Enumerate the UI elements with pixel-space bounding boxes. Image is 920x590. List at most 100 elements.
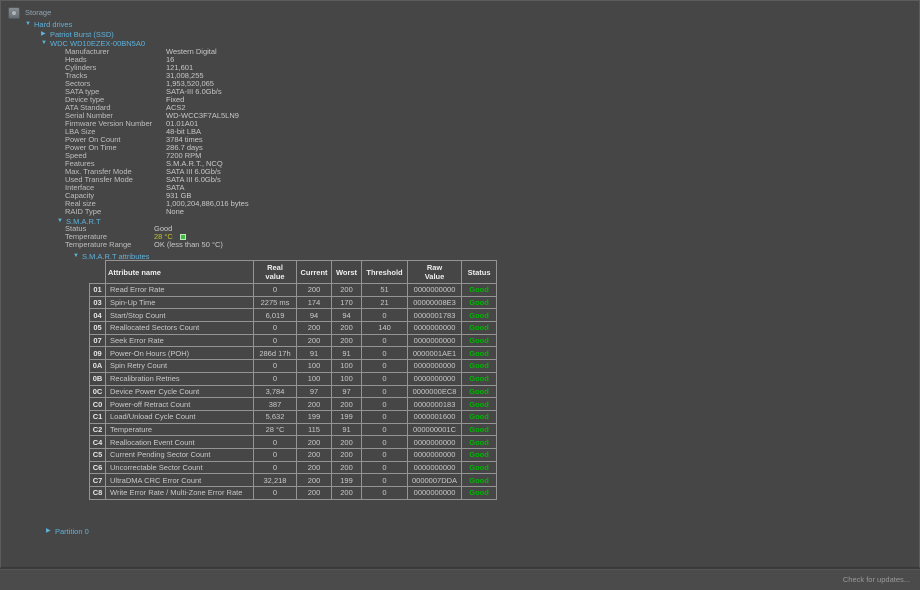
- worst-cell: 200: [331, 333, 362, 348]
- check-for-updates-link[interactable]: Check for updates...: [843, 575, 910, 584]
- real-value-cell: 6,019: [253, 308, 297, 323]
- raw-value-cell: 0000000183: [406, 397, 463, 411]
- status-cell: Good: [461, 486, 498, 500]
- worst-cell: 91: [331, 346, 362, 361]
- tree-item-partition-0[interactable]: ▶ Partition 0: [46, 527, 89, 536]
- tree-item-hard-drives[interactable]: ▼ Hard drives: [25, 20, 72, 29]
- attribute-id-cell: C5: [89, 447, 106, 462]
- tree-label-partition-0: Partition 0: [55, 527, 89, 536]
- worst-cell: 200: [331, 460, 362, 475]
- temperature-ok-led-icon: [179, 234, 186, 241]
- real-value-cell: 0: [253, 435, 297, 449]
- smart-attribute-row: C2 Temperature 28 °C 115 91 0 000000001C Good: [89, 422, 498, 437]
- raw-value-cell: 0000001783: [406, 308, 463, 323]
- threshold-cell: 0: [361, 371, 408, 386]
- current-cell: 115: [296, 422, 332, 437]
- worst-cell: 200: [331, 321, 362, 335]
- attribute-name-cell: Read Error Rate: [105, 283, 254, 297]
- smart-attribute-row: 0A Spin Retry Count 0 100 100 0 0000000000 Good: [89, 359, 498, 373]
- header-raw-value: Raw Value: [406, 260, 463, 284]
- header-status: Status: [461, 260, 498, 284]
- header-current: Current: [296, 260, 332, 284]
- attribute-name-cell: Spin Retry Count: [105, 359, 254, 373]
- real-value-cell: 5,632: [253, 409, 297, 424]
- smart-attribute-row: 05 Reallocated Sectors Count 0 200 200 140 000…: [89, 321, 498, 335]
- raw-value-cell: 0000000000: [406, 321, 463, 335]
- raw-value-cell: 0000000000: [406, 359, 463, 373]
- header-real-value: Real value: [253, 260, 297, 284]
- smart-attribute-row: C8 Write Error Rate / Multi-Zone Error Ra…: [89, 486, 498, 500]
- chevron-down-icon: ▼: [73, 253, 79, 259]
- real-value-cell: 387: [253, 397, 297, 411]
- status-cell: Good: [461, 422, 498, 437]
- real-value-cell: 0: [253, 333, 297, 348]
- header-threshold: Threshold: [361, 260, 408, 284]
- attribute-name-cell: Power-On Hours (POH): [105, 346, 254, 361]
- tree-label-patriot-burst: Patriot Burst (SSD): [50, 29, 114, 39]
- detail-row: Cylinders 121,601: [65, 64, 249, 72]
- chevron-right-icon: ▶: [46, 528, 51, 534]
- worst-cell: 94: [331, 308, 362, 323]
- tree-label-hard-drives: Hard drives: [34, 20, 73, 29]
- threshold-cell: 21: [361, 295, 408, 310]
- smart-table-header-row: Attribute name Real value Current Worst T…: [90, 260, 498, 284]
- current-cell: 200: [296, 333, 332, 348]
- threshold-cell: 0: [361, 435, 408, 449]
- attribute-name-cell: Start/Stop Count: [105, 308, 254, 323]
- attribute-id-cell: C1: [89, 409, 106, 424]
- threshold-cell: 0: [361, 308, 408, 323]
- smart-attribute-row: C7 UltraDMA CRC Error Count 32,218 200 199 0 0…: [89, 473, 498, 487]
- device-info-panel: Storage ▼ Hard drives ▶ Patriot Burst (SSD…: [0, 0, 920, 568]
- worst-cell: 200: [331, 397, 362, 411]
- attribute-id-cell: 04: [89, 308, 106, 323]
- current-cell: 200: [296, 473, 332, 487]
- smart-attribute-row: 01 Read Error Rate 0 200 200 51 0000000000 Good: [89, 283, 498, 297]
- current-cell: 100: [296, 371, 332, 386]
- detail-row: Tracks 31,008,255: [65, 72, 249, 80]
- real-value-cell: 28 °C: [253, 422, 297, 437]
- detail-label: RAID Type: [65, 207, 102, 216]
- header-worst: Worst: [331, 260, 362, 284]
- status-cell: Good: [461, 359, 498, 373]
- tree-item-storage[interactable]: Storage: [8, 7, 51, 19]
- chevron-right-icon: ▶: [41, 30, 46, 37]
- attribute-name-cell: Power-off Retract Count: [105, 397, 254, 411]
- smart-attribute-row: C4 Reallocation Event Count 0 200 200 0 000000…: [89, 435, 498, 449]
- worst-cell: 200: [331, 283, 362, 297]
- worst-cell: 100: [331, 359, 362, 373]
- worst-cell: 97: [331, 384, 362, 399]
- threshold-cell: 0: [361, 346, 408, 361]
- detail-row: Power On Time 286.7 days: [65, 144, 249, 152]
- attribute-id-cell: 0C: [89, 384, 106, 399]
- attribute-id-cell: C2: [89, 422, 106, 437]
- smart-attribute-row: C0 Power-off Retract Count 387 200 200 0 00000…: [89, 397, 498, 411]
- status-cell: Good: [461, 308, 498, 323]
- smart-attribute-row: 04 Start/Stop Count 6,019 94 94 0 0000001783 Go…: [89, 308, 498, 323]
- attribute-name-cell: Reallocated Sectors Count: [105, 321, 254, 335]
- attribute-name-cell: Current Pending Sector Count: [105, 447, 254, 462]
- raw-value-cell: 00000008E3: [406, 295, 463, 310]
- worst-cell: 200: [331, 447, 362, 462]
- attribute-id-cell: 09: [89, 346, 106, 361]
- smart-temp-range-row: Temperature Range OK (less than 50 °C): [65, 241, 223, 249]
- worst-cell: 199: [331, 409, 362, 424]
- raw-value-cell: 0000001AE1: [406, 346, 463, 361]
- threshold-cell: 51: [361, 283, 408, 297]
- real-value-cell: 0: [253, 283, 297, 297]
- status-cell: Good: [461, 435, 498, 449]
- worst-cell: 199: [331, 473, 362, 487]
- current-cell: 97: [296, 384, 332, 399]
- current-cell: 174: [296, 295, 332, 310]
- raw-value-cell: 0000000000: [406, 333, 463, 348]
- current-cell: 200: [296, 435, 332, 449]
- current-cell: 199: [296, 409, 332, 424]
- real-value-cell: 3,784: [253, 384, 297, 399]
- raw-value-cell: 0000000000: [406, 435, 463, 449]
- worst-cell: 100: [331, 371, 362, 386]
- smart-table-body: 01 Read Error Rate 0 200 200 51 0000000000 Good…: [89, 283, 498, 500]
- smart-attribute-row: 09 Power-On Hours (POH) 286d 17h 91 91 0 00000…: [89, 346, 498, 361]
- smart-attributes-table: Attribute name Real value Current Worst T…: [89, 260, 498, 500]
- attribute-name-cell: Load/Unload Cycle Count: [105, 409, 254, 424]
- tree-item-patriot-burst[interactable]: ▶ Patriot Burst (SSD): [41, 30, 114, 39]
- attribute-id-cell: C7: [89, 473, 106, 487]
